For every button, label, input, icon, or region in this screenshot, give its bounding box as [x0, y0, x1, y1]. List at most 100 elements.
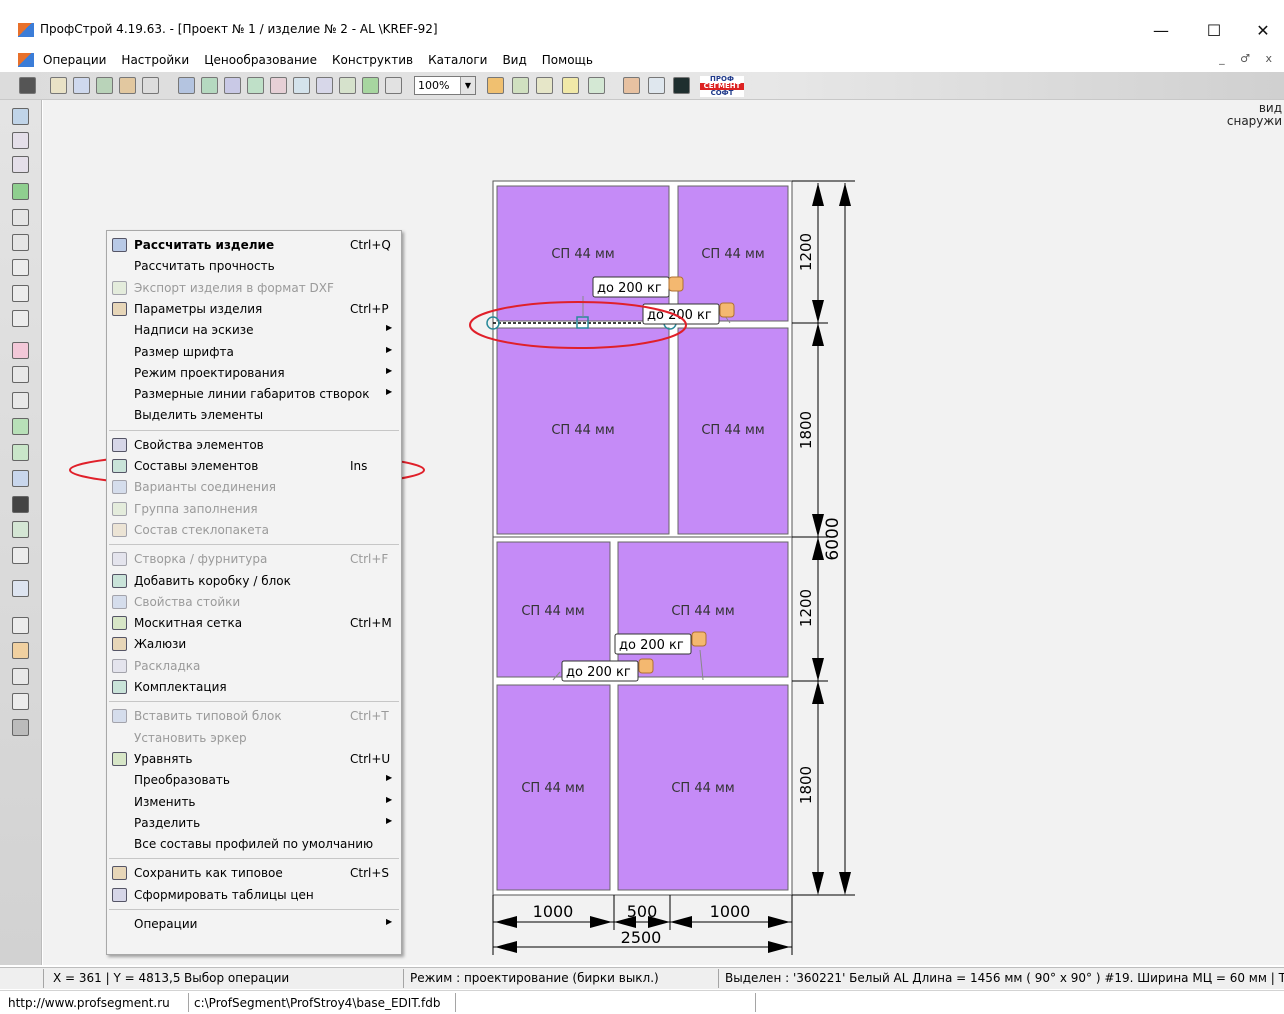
menu-item-label: Жалюзи — [134, 637, 187, 652]
menu-item[interactable]: Размерные линии габаритов створок ▶ — [107, 384, 401, 405]
parameters-icon — [112, 301, 127, 316]
menu-item[interactable]: Изменить ▶ — [107, 792, 401, 813]
panel-label: СП 44 мм — [521, 604, 584, 619]
menu-item: Свойства стойки — [107, 592, 401, 613]
menu-item[interactable]: Рассчитать изделие Ctrl+Q — [107, 235, 401, 256]
menu-item[interactable]: Рассчитать прочность — [107, 256, 401, 277]
database-path: c:\ProfSegment\ProfStroy4\base_EDIT.fdb — [194, 996, 441, 1010]
menu-item-label: Группа заполнения — [134, 501, 258, 516]
panel-label: СП 44 мм — [521, 781, 584, 796]
menu-item[interactable]: Сформировать таблицы цен — [107, 885, 401, 906]
menu-item-shortcut: Ins — [350, 459, 368, 473]
submenu-arrow-icon: ▶ — [386, 773, 393, 783]
mullion-icon — [112, 594, 127, 609]
menu-item-label: Надписи на эскизе — [134, 323, 254, 338]
menu-item[interactable]: Москитная сетка Ctrl+M — [107, 613, 401, 634]
menu-item: Состав стеклопакета — [107, 520, 401, 541]
submenu-arrow-icon: ▶ — [386, 344, 393, 354]
panel-label: СП 44 мм — [701, 247, 764, 262]
menu-item[interactable]: Свойства элементов — [107, 435, 401, 456]
calculator-icon — [112, 238, 127, 252]
menu-item-label: Добавить коробку / блок — [134, 573, 291, 588]
menu-item-label: Рассчитать изделие — [134, 238, 275, 252]
menu-item-label: Все составы профилей по умолчанию — [134, 837, 374, 852]
menu-item[interactable]: Все составы профилей по умолчанию — [107, 834, 401, 855]
glass-unit-icon — [112, 522, 127, 537]
menu-item-label: Свойства элементов — [134, 437, 264, 452]
menu-item-label: Створка / фурнитура — [134, 552, 268, 567]
menu-item[interactable]: Разделить ▶ — [107, 813, 401, 834]
tag-icon — [668, 276, 684, 292]
menu-item-label: Экспорт изделия в формат DXF — [134, 280, 334, 295]
website-link[interactable]: http://www.profsegment.ru — [8, 996, 170, 1010]
menu-item: Варианты соединения — [107, 477, 401, 498]
menu-separator — [109, 858, 399, 860]
menu-item-label: Уравнять — [134, 751, 193, 766]
menu-item-label: Москитная сетка — [134, 616, 243, 631]
dim-label: 1200 — [797, 589, 815, 627]
panel-label: СП 44 мм — [551, 423, 614, 438]
menu-item-label: Размер шрифта — [134, 344, 234, 359]
menu-item[interactable]: Добавить коробку / блок — [107, 571, 401, 592]
menu-item[interactable]: Преобразовать ▶ — [107, 770, 401, 791]
panel-label: СП 44 мм — [551, 247, 614, 262]
menu-item-label: Преобразовать — [134, 773, 230, 788]
load-tag[interactable]: до 200 кг — [592, 276, 684, 298]
panel-label: СП 44 мм — [701, 423, 764, 438]
menu-item-shortcut: Ctrl+S — [350, 866, 390, 881]
menu-separator — [109, 429, 399, 431]
menu-item: Группа заполнения — [107, 499, 401, 520]
save-template-icon — [112, 866, 127, 881]
menu-item-shortcut: Ctrl+M — [350, 616, 392, 631]
submenu-arrow-icon: ▶ — [386, 387, 393, 397]
sash-icon — [112, 552, 127, 567]
menu-item-shortcut: Ctrl+F — [350, 552, 389, 567]
menu-item: Установить эркер — [107, 728, 401, 749]
menu-item-label: Состав стеклопакета — [134, 522, 269, 537]
kit-icon — [112, 680, 127, 694]
menu-item-shortcut: Ctrl+U — [350, 751, 391, 766]
menu-item[interactable]: Режим проектирования ▶ — [107, 363, 401, 384]
svg-text:до 200 кг: до 200 кг — [566, 665, 631, 680]
menu-item: Раскладка — [107, 656, 401, 677]
menu-item-shortcut: Ctrl+P — [350, 301, 389, 316]
menu-item[interactable]: Операции ▶ — [107, 914, 401, 935]
menu-item[interactable]: Комплектация — [107, 677, 401, 698]
menu-item-label: Комплектация — [134, 680, 227, 694]
tag-icon — [638, 658, 654, 674]
menu-item[interactable]: Уравнять Ctrl+U — [107, 749, 401, 770]
menu-item-label: Изменить — [134, 794, 196, 809]
menu-item-label: Варианты соединения — [134, 480, 276, 495]
submenu-arrow-icon: ▶ — [386, 323, 393, 333]
menu-separator — [109, 909, 399, 910]
menu-item[interactable]: Размер шрифта ▶ — [107, 342, 401, 363]
menu-item[interactable]: Составы элементов Ins — [107, 456, 401, 477]
submenu-arrow-icon: ▶ — [386, 917, 393, 926]
dim-label: 500 — [627, 902, 658, 921]
menu-item-label: Разделить — [134, 815, 201, 830]
connection-icon — [112, 480, 127, 495]
menu-item-label: Сформировать таблицы цен — [134, 887, 314, 902]
menu-item-label: Режим проектирования — [134, 365, 285, 380]
properties-icon — [112, 437, 127, 452]
menu-item[interactable]: Надписи на эскизе ▶ — [107, 320, 401, 341]
submenu-arrow-icon: ▶ — [386, 365, 393, 375]
menu-item[interactable]: Выделить элементы — [107, 405, 401, 426]
menu-item[interactable]: Сохранить как типовое Ctrl+S — [107, 863, 401, 884]
menu-item-label: Размерные линии габаритов створок — [134, 387, 370, 402]
svg-text:до 200 кг: до 200 кг — [619, 638, 684, 653]
fill-group-icon — [112, 501, 127, 516]
menu-item[interactable]: Параметры изделия Ctrl+P — [107, 299, 401, 320]
status-operation: Выбор операции — [184, 971, 290, 985]
menu-item[interactable]: Жалюзи — [107, 634, 401, 655]
menu-item-label: Составы элементов — [134, 459, 259, 473]
dim-label: 1800 — [797, 411, 815, 449]
context-menu: Рассчитать изделие Ctrl+Q Рассчитать прочн… — [106, 230, 402, 955]
menu-item-shortcut: Ctrl+Q — [350, 238, 391, 252]
menu-item: Створка / фурнитура Ctrl+F — [107, 549, 401, 570]
cursor-coords: X = 361 | Y = 4813,5 — [53, 971, 181, 985]
status-mode: Режим : проектирование (бирки выкл.) — [410, 971, 659, 985]
dim-label: 1000 — [710, 902, 751, 921]
mosquito-net-icon — [112, 616, 127, 631]
menu-item-label: Выделить элементы — [134, 408, 264, 423]
